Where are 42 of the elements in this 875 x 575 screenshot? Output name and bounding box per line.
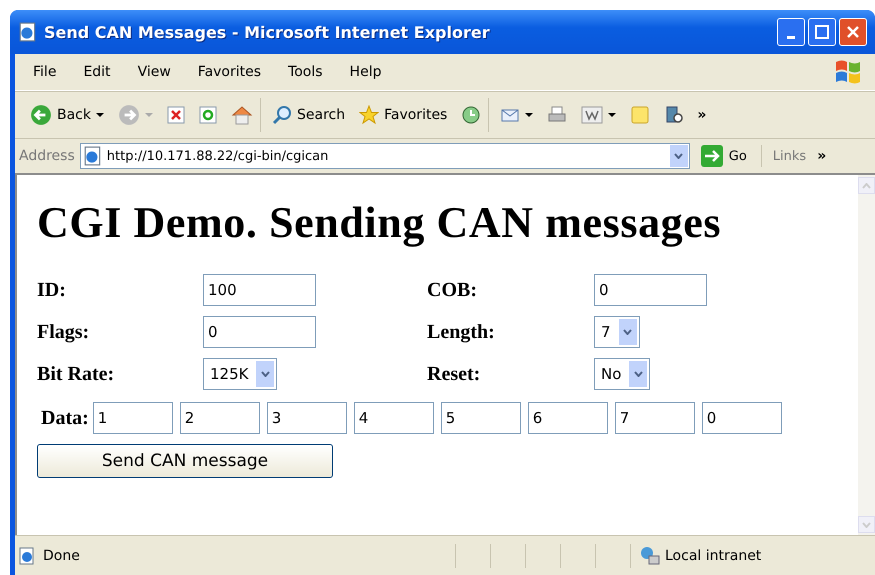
data-byte-field[interactable]: 5 [440, 402, 521, 434]
menu-item[interactable]: File [33, 64, 56, 80]
address-url: http://10.171.88.22/cgi-bin/cgican [106, 148, 330, 164]
field-label: Bit Rate: [37, 362, 116, 386]
text-field[interactable]: 100 [203, 274, 316, 306]
text-field[interactable]: 0 [594, 274, 707, 306]
toolbar-overflow-button[interactable]: » [697, 107, 706, 123]
data-byte-field[interactable]: 7 [614, 402, 695, 434]
select-field[interactable]: 7 [594, 316, 640, 348]
data-byte-field[interactable]: 1 [92, 402, 173, 434]
links-overflow-button[interactable]: » [817, 148, 826, 164]
select-field[interactable]: No [594, 358, 650, 390]
send-button[interactable]: Send CAN message [37, 444, 333, 478]
menu-item[interactable]: Tools [288, 64, 323, 80]
field-label: Flags: [37, 320, 90, 344]
back-button[interactable]: Back [23, 102, 111, 128]
links-button[interactable]: Links [772, 148, 806, 164]
favorites-button[interactable]: Favorites [352, 103, 454, 127]
address-field[interactable]: http://10.171.88.22/cgi-bin/cgican [80, 143, 690, 169]
field-label: COB: [427, 278, 478, 302]
data-byte-field[interactable]: 4 [354, 402, 434, 434]
menu-item[interactable]: Help [350, 64, 382, 80]
field-label: Length: [427, 320, 496, 344]
page-heading: CGI Demo. Sending CAN messages [37, 197, 722, 248]
field-label: Reset: [427, 362, 482, 386]
field-label: Data: [41, 406, 89, 430]
data-byte-field[interactable]: 3 [266, 402, 347, 434]
text-field[interactable]: 0 [203, 316, 316, 348]
security-zone: Local intranet [665, 548, 762, 564]
address-label: Address [19, 148, 75, 164]
data-byte-field[interactable]: 6 [528, 402, 608, 434]
menu-item[interactable]: View [138, 64, 171, 80]
search-button[interactable]: Search [265, 103, 352, 127]
status-text: Done [43, 548, 80, 564]
data-byte-field[interactable]: 0 [702, 402, 782, 434]
go-button[interactable]: Go [694, 145, 762, 167]
window-title: Send CAN Messages - Microsoft Internet Explorer [44, 22, 491, 42]
menu-item[interactable]: Favorites [198, 64, 262, 80]
data-byte-field[interactable]: 2 [180, 402, 260, 434]
field-label: ID: [37, 278, 67, 302]
select-field[interactable]: 125K [203, 358, 278, 390]
menu-item[interactable]: Edit [83, 64, 111, 80]
